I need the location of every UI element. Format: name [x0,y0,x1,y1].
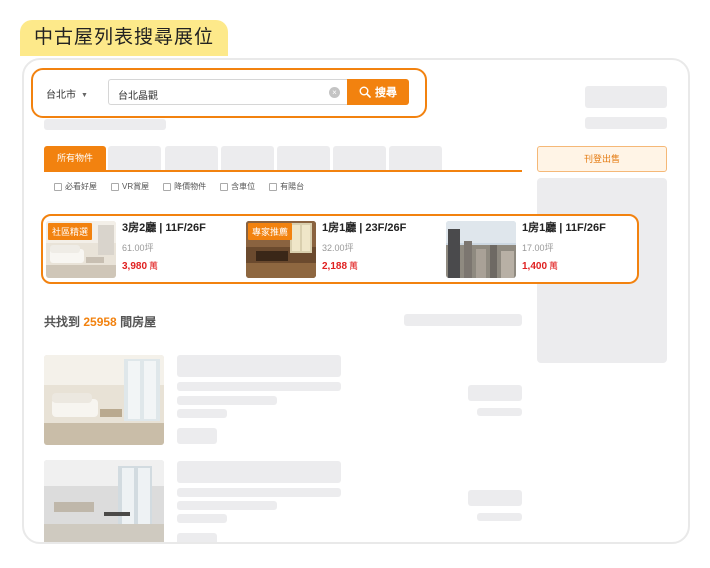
placeholder-block [177,533,217,542]
search-button-label: 搜尋 [375,87,397,99]
city-label: 台北市 [46,90,76,101]
filter-price-drop[interactable]: 降價物件 [163,181,206,192]
filter-vr[interactable]: VR賞屋 [111,181,149,192]
filter-must-see[interactable]: 必看好屋 [54,181,97,192]
featured-area: 61.00坪 [122,243,154,253]
featured-card[interactable]: 專家推薦 1房1廳 | 23F/26F 32.00坪 2,188 萬 [246,221,436,279]
listing-photo[interactable] [44,460,164,542]
tab-placeholder[interactable] [108,146,161,170]
listing-photo: 專家推薦 [246,221,316,278]
placeholder-block [468,490,522,506]
sell-listing-button[interactable]: 刊登出售 [537,146,667,172]
featured-badge: 專家推薦 [248,223,293,240]
listing-photo: 社區精選 [46,221,116,278]
placeholder-block [477,408,522,416]
placeholder-block [468,385,522,401]
placeholder-block [585,117,667,129]
tab-all-listings[interactable]: 所有物件 [44,146,106,170]
placeholder-block [177,514,227,523]
placeholder-block [177,501,277,510]
placeholder-block [177,382,341,391]
featured-area: 17.00坪 [522,243,554,253]
clear-icon[interactable]: × [329,87,340,98]
tab-placeholder[interactable] [333,146,386,170]
checkbox-icon[interactable] [54,182,62,191]
tab-underline [44,170,522,172]
placeholder-block [44,119,166,130]
page-title: 中古屋列表搜尋展位 [20,20,229,56]
featured-badge: 社區精選 [48,223,93,240]
checkbox-icon[interactable] [163,182,172,191]
listing-photo[interactable] [44,355,164,445]
caret-down-icon: ▼ [81,92,88,99]
tab-placeholder[interactable] [277,146,330,170]
search-icon [359,86,371,98]
checkbox-icon[interactable] [269,182,278,191]
filter-parking[interactable]: 含車位 [220,181,255,192]
placeholder-block [177,488,341,497]
listing-photo [446,221,516,278]
checkbox-icon[interactable] [220,182,229,191]
featured-title: 3房2廳 | 11F/26F [122,222,206,234]
featured-card[interactable]: 1房1廳 | 11F/26F 17.00坪 1,400 萬 [446,221,636,279]
tab-placeholder[interactable] [165,146,218,170]
placeholder-block [477,513,522,521]
sort-placeholder [404,314,522,326]
featured-title: 1房1廳 | 23F/26F [322,222,407,234]
filter-bar: 必看好屋 VR賞屋 降價物件 含車位 有陽台 [54,181,304,192]
featured-title: 1房1廳 | 11F/26F [522,222,606,234]
placeholder-block [177,461,341,483]
city-select[interactable]: 台北市 ▼ [46,86,88,101]
tab-placeholder[interactable] [389,146,442,170]
placeholder-block [177,428,217,444]
placeholder-block [585,86,667,108]
search-button[interactable]: 搜尋 [347,79,409,105]
featured-area: 32.00坪 [322,243,354,253]
featured-card[interactable]: 社區精選 3房2廳 | 11F/26F 61.00坪 3,980 萬 [46,221,236,279]
checkbox-icon[interactable] [111,182,119,191]
placeholder-block [177,409,227,418]
featured-price: 2,188 萬 [322,261,359,272]
featured-price: 3,980 萬 [122,261,159,272]
search-input-value: 台北晶觀 [118,91,158,102]
placeholder-block [177,396,277,405]
filter-balcony[interactable]: 有陽台 [269,181,304,192]
tab-placeholder[interactable] [221,146,274,170]
featured-price: 1,400 萬 [522,261,559,272]
search-input[interactable]: 台北晶觀 × [108,79,348,105]
results-count: 共找到 25958 間房屋 [44,315,157,329]
placeholder-block [177,355,341,377]
